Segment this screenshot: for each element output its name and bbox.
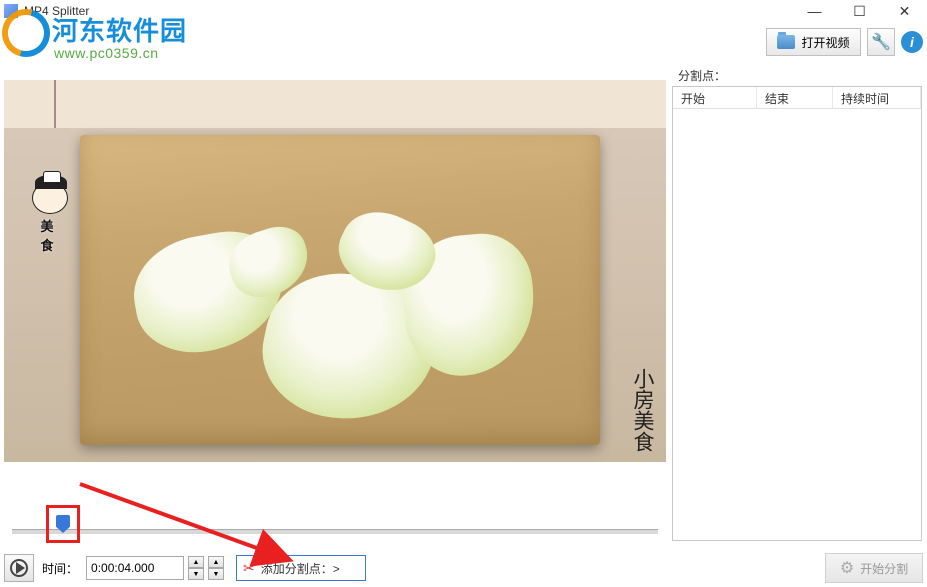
- info-button[interactable]: i: [901, 31, 923, 53]
- watermark-text: 河东软件园: [52, 11, 187, 48]
- bottom-controls: 时间： ▲ ▼ ▲ ▼ ✂ 添加分割点：>: [4, 553, 666, 583]
- close-button[interactable]: ✕: [882, 0, 927, 22]
- watermark-url: www.pc0359.cn: [54, 45, 159, 61]
- time-spin-down-2[interactable]: ▼: [208, 568, 224, 580]
- gear-icon: ⚙: [840, 558, 854, 578]
- time-spinner: ▲ ▼: [188, 556, 204, 580]
- avatar-label: 美 食: [29, 216, 71, 254]
- add-split-button[interactable]: ✂ 添加分割点：>: [236, 555, 366, 581]
- channel-avatar: 美 食: [29, 182, 71, 236]
- folder-icon: [777, 35, 795, 49]
- split-points-list[interactable]: 开始 结束 持续时间: [672, 86, 922, 541]
- wrench-icon: 🔧: [871, 32, 891, 52]
- time-input[interactable]: [86, 556, 184, 580]
- window-controls: — ☐ ✕: [792, 0, 927, 22]
- maximize-button[interactable]: ☐: [837, 0, 882, 22]
- watermark-logo: [2, 9, 50, 57]
- watermark: 河东软件园 www.pc0359.cn: [0, 3, 205, 70]
- settings-button[interactable]: 🔧: [867, 28, 895, 56]
- col-duration[interactable]: 持续时间: [833, 87, 921, 108]
- open-video-label: 打开视频: [801, 34, 849, 51]
- timeline[interactable]: [4, 505, 666, 543]
- time-label: 时间：: [38, 560, 82, 577]
- start-split-label: 开始分割: [860, 560, 908, 577]
- timeline-track[interactable]: [12, 529, 658, 534]
- add-split-label: 添加分割点：>: [261, 560, 340, 577]
- play-icon: [10, 559, 28, 577]
- time-spin-up[interactable]: ▲: [188, 556, 204, 568]
- scissors-icon: ✂: [243, 560, 255, 577]
- col-start[interactable]: 开始: [673, 87, 757, 108]
- time-spin-down[interactable]: ▼: [188, 568, 204, 580]
- video-frame: 美 食 小房美食: [4, 80, 666, 462]
- minimize-button[interactable]: —: [792, 0, 837, 22]
- time-spin-up-2[interactable]: ▲: [208, 556, 224, 568]
- top-toolbar: 打开视频 🔧 i: [766, 28, 923, 56]
- split-points-label: 分割点：: [678, 67, 726, 84]
- info-icon: i: [910, 34, 914, 50]
- video-preview[interactable]: 美 食 小房美食: [4, 80, 666, 462]
- open-video-button[interactable]: 打开视频: [766, 28, 861, 56]
- play-button[interactable]: [4, 554, 34, 582]
- list-header: 开始 结束 持续时间: [673, 87, 921, 109]
- start-split-button[interactable]: ⚙ 开始分割: [825, 553, 923, 583]
- time-spinner-2: ▲ ▼: [208, 556, 224, 580]
- channel-name: 小房美食: [631, 368, 654, 452]
- col-end[interactable]: 结束: [757, 87, 833, 108]
